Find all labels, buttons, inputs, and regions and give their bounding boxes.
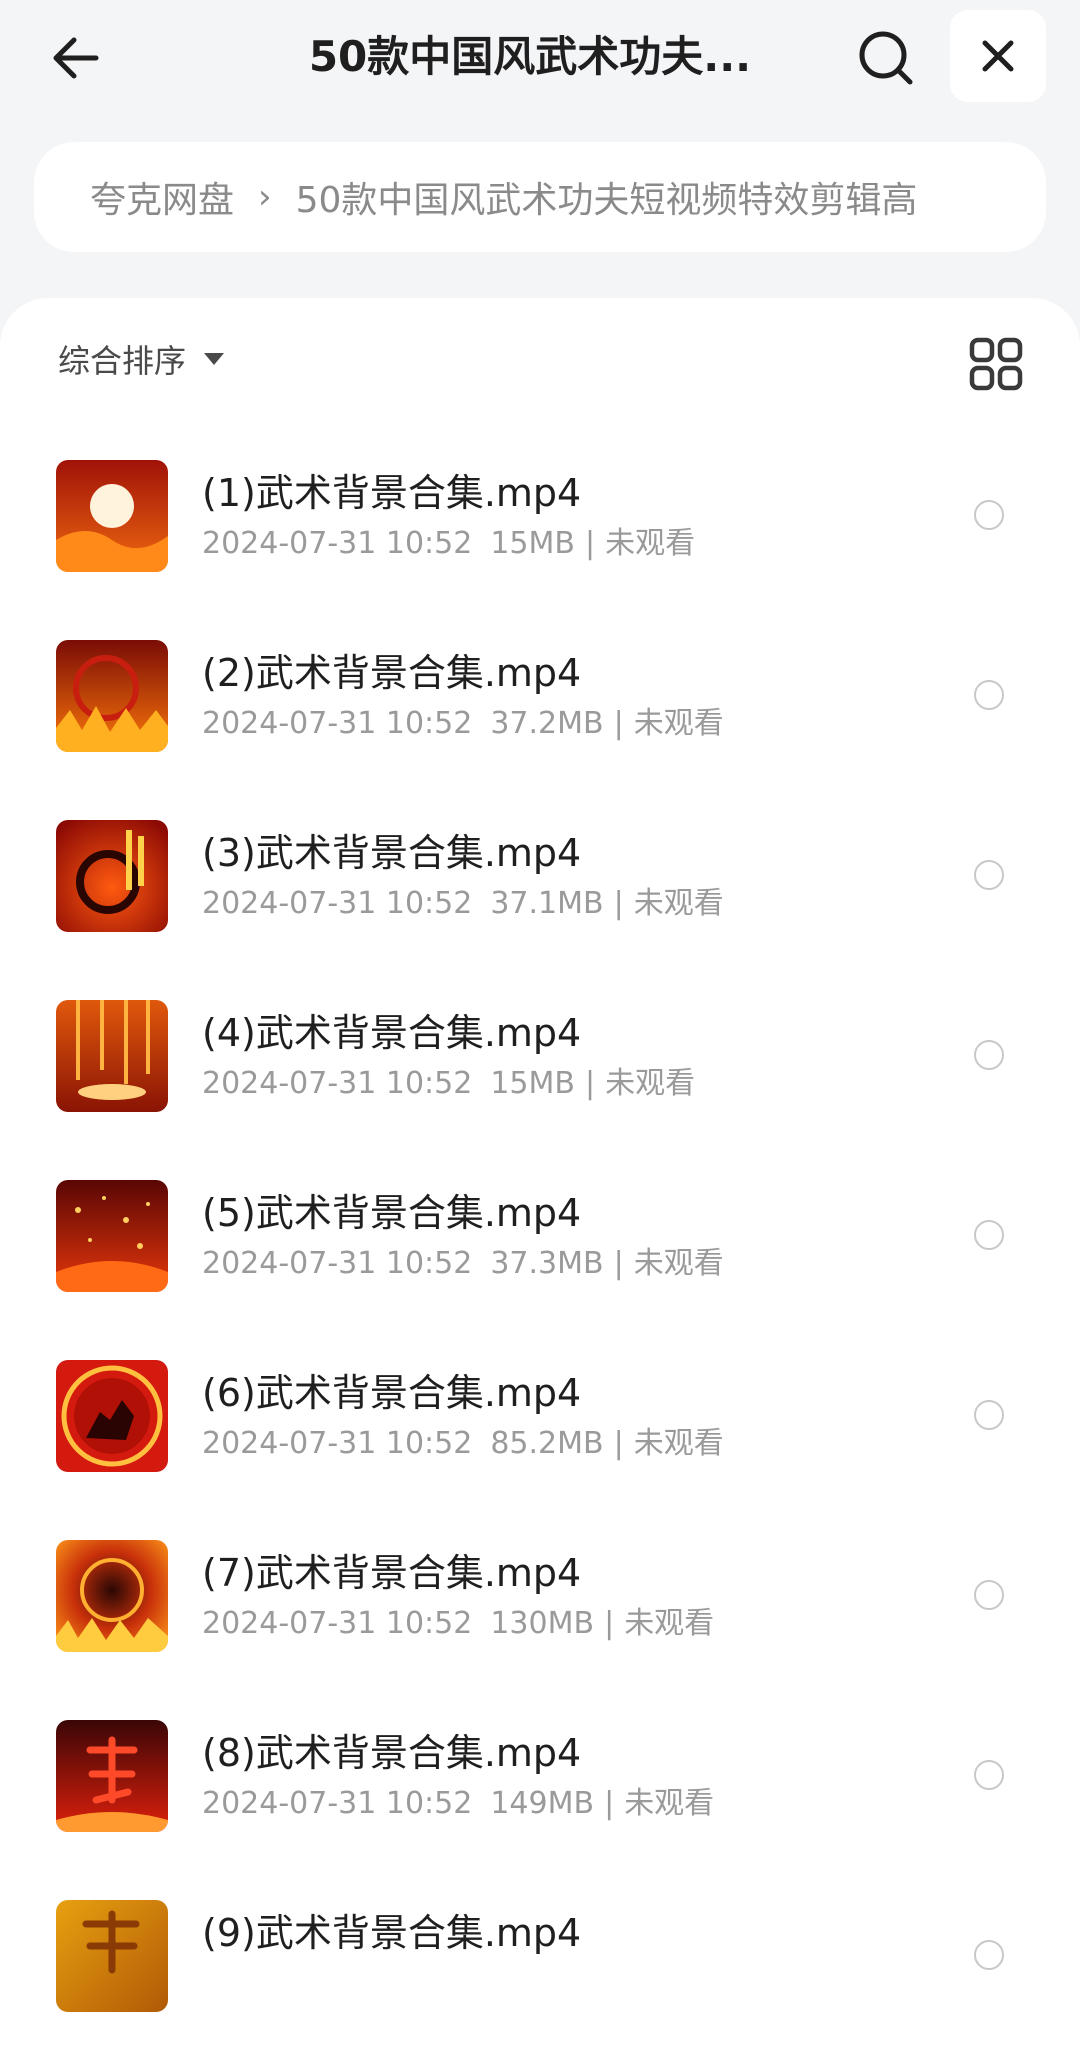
file-size: 15MB [490,1066,575,1101]
file-date: 2024-07-31 10:52 [202,1606,473,1641]
search-icon [859,31,913,85]
arrow-left-icon [53,37,99,79]
file-date: 2024-07-31 10:52 [202,886,473,921]
select-radio[interactable] [974,1760,1004,1790]
watch-status: 未观看 [633,886,724,921]
search-button[interactable] [846,22,926,94]
top-bar: 50款中国风武术功夫... [0,0,1080,120]
video-thumbnail [56,460,168,572]
back-button[interactable] [40,22,112,94]
file-name: (6)武术背景合集.mp4 [202,1371,582,1415]
file-meta: 2024-07-31 10:52 15MB | 未观看 [202,1066,696,1101]
file-row[interactable]: (5)武术背景合集.mp4 2024-07-31 10:52 37.3MB | 未观看 [0,1148,1080,1328]
file-meta: 2024-07-31 10:52 85.2MB | 未观看 [202,1426,724,1461]
file-name: (3)武术背景合集.mp4 [202,831,582,875]
file-date: 2024-07-31 10:52 [202,1786,473,1821]
file-name: (9)武术背景合集.mp4 [202,1911,582,1955]
file-name: (4)武术背景合集.mp4 [202,1011,582,1055]
select-radio[interactable] [974,680,1004,710]
chevron-right-icon: › [258,177,272,217]
close-icon [982,40,1014,72]
file-name: (2)武术背景合集.mp4 [202,651,582,695]
watch-status: 未观看 [624,1786,715,1821]
video-thumbnail [56,1180,168,1292]
select-radio[interactable] [974,1400,1004,1430]
file-row[interactable]: (8)武术背景合集.mp4 2024-07-31 10:52 149MB | 未观看 [0,1688,1080,1868]
file-row[interactable]: (4)武术背景合集.mp4 2024-07-31 10:52 15MB | 未观看 [0,968,1080,1148]
file-row[interactable]: (6)武术背景合集.mp4 2024-07-31 10:52 85.2MB | 未观看 [0,1328,1080,1508]
file-meta: 2024-07-31 10:52 149MB | 未观看 [202,1786,715,1821]
file-name: (8)武术背景合集.mp4 [202,1731,582,1775]
select-radio[interactable] [974,1220,1004,1250]
file-size: 37.3MB [490,1246,604,1281]
file-date: 2024-07-31 10:52 [202,526,473,561]
file-row[interactable]: (3)武术背景合集.mp4 2024-07-31 10:52 37.1MB | 未观看 [0,788,1080,968]
file-size: 37.2MB [490,706,604,741]
file-name: (5)武术背景合集.mp4 [202,1191,582,1235]
select-radio[interactable] [974,1580,1004,1610]
file-name: (7)武术背景合集.mp4 [202,1551,582,1595]
grid-view-button[interactable] [968,336,1024,392]
sort-dropdown[interactable]: 综合排序 [58,336,225,382]
video-thumbnail [56,1720,168,1832]
file-meta: 2024-07-31 10:52 15MB | 未观看 [202,526,696,561]
watch-status: 未观看 [633,1246,724,1281]
file-size: 130MB [490,1606,595,1641]
video-thumbnail [56,1540,168,1652]
file-name: (1)武术背景合集.mp4 [202,471,582,515]
select-radio[interactable] [974,1040,1004,1070]
video-thumbnail [56,1900,168,2012]
breadcrumb-root[interactable]: 夸克网盘 [90,171,234,223]
video-thumbnail [56,1000,168,1112]
file-size: 15MB [490,526,575,561]
file-meta: 2024-07-31 10:52 37.1MB | 未观看 [202,886,724,921]
file-date: 2024-07-31 10:52 [202,1246,473,1281]
sort-label: 综合排序 [58,342,187,380]
file-list-panel: 综合排序 (1)武术背景合集.mp4 2024-07-31 10:52 15MB |… [0,298,1080,2058]
select-radio[interactable] [974,1940,1004,1970]
breadcrumb-current: 50款中国风武术功夫短视频特效剪辑高 [295,180,918,221]
file-meta: 2024-07-31 10:52 37.2MB | 未观看 [202,706,724,741]
file-meta: 2024-07-31 10:52 130MB | 未观看 [202,1606,715,1641]
breadcrumb: 夸克网盘 › 50款中国风武术功夫短视频特效剪辑高 [34,142,1046,252]
file-row[interactable]: (7)武术背景合集.mp4 2024-07-31 10:52 130MB | 未观看 [0,1508,1080,1688]
file-row[interactable]: (1)武术背景合集.mp4 2024-07-31 10:52 15MB | 未观看 [0,428,1080,608]
file-row[interactable]: (2)武术背景合集.mp4 2024-07-31 10:52 37.2MB | 未观看 [0,608,1080,788]
close-button[interactable] [950,10,1046,102]
file-size: 149MB [490,1786,595,1821]
page-title: 50款中国风武术功夫... [308,32,752,81]
watch-status: 未观看 [605,526,696,561]
caret-down-icon [204,353,225,365]
watch-status: 未观看 [624,1606,715,1641]
file-row[interactable]: (9)武术背景合集.mp4 [0,1868,1080,2048]
watch-status: 未观看 [633,1426,724,1461]
select-radio[interactable] [974,860,1004,890]
grid-view-icon [969,337,1023,391]
file-size: 85.2MB [490,1426,604,1461]
video-thumbnail [56,820,168,932]
file-meta: 2024-07-31 10:52 37.3MB | 未观看 [202,1246,724,1281]
video-thumbnail [56,1360,168,1472]
file-date: 2024-07-31 10:52 [202,1426,473,1461]
file-date: 2024-07-31 10:52 [202,1066,473,1101]
file-size: 37.1MB [490,886,604,921]
watch-status: 未观看 [605,1066,696,1101]
video-thumbnail [56,640,168,752]
watch-status: 未观看 [633,706,724,741]
select-radio[interactable] [974,500,1004,530]
file-date: 2024-07-31 10:52 [202,706,473,741]
